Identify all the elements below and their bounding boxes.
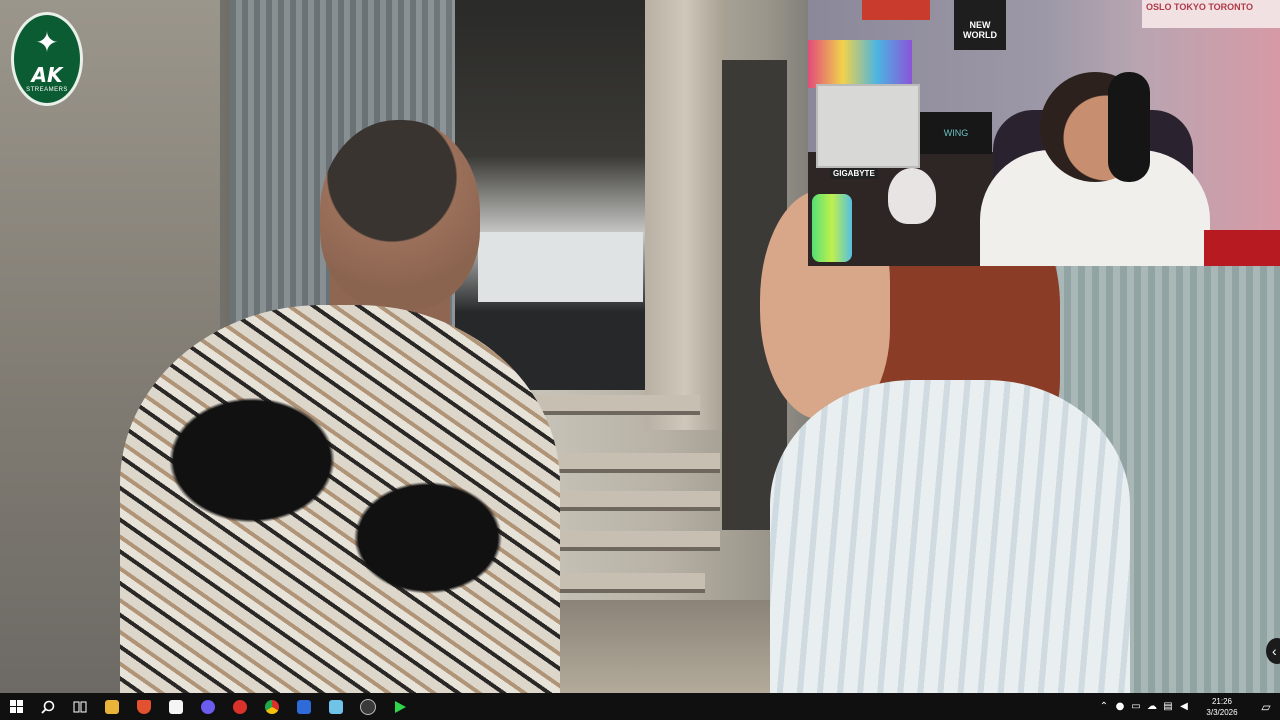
clock-date: 3/3/2026 — [1206, 707, 1238, 717]
media-player-icon[interactable] — [384, 693, 416, 720]
rgb-microphone — [812, 194, 852, 262]
chrome-icon[interactable] — [256, 693, 288, 720]
brave-icon[interactable] — [128, 693, 160, 720]
striped-shirt — [770, 380, 1130, 693]
network-icon[interactable]: ▤ — [1160, 693, 1176, 720]
search-icon[interactable] — [32, 693, 64, 720]
messenger-icon[interactable] — [192, 693, 224, 720]
webcam-overlay: NEW WORLD OSLO TOKYO TORONTO WING GIGABY… — [808, 0, 1280, 266]
microphone-icon[interactable]: ● — [1112, 693, 1128, 720]
obs-icon[interactable] — [352, 693, 384, 720]
phoenix-icon: ✦ — [35, 27, 59, 58]
poster-new-world: NEW WORLD — [954, 0, 1006, 50]
gigabyte-label: GIGABYTE — [830, 168, 878, 179]
logo-subtext: STREAMERS — [26, 87, 68, 93]
graffiti-poster — [808, 40, 912, 88]
cloud-icon[interactable]: ☁ — [1144, 693, 1160, 720]
poster-cities: OSLO TOKYO TORONTO — [1142, 0, 1280, 28]
speaker-box: WING — [920, 112, 992, 154]
man-head — [320, 120, 480, 310]
headset — [1108, 72, 1150, 182]
taskbar: ⌃ ● ▭ ☁ ▤ ◀ 21:26 3/3/2026 ▱ — [0, 693, 1280, 720]
skull-figurine — [888, 168, 936, 224]
poster-art — [862, 0, 930, 20]
pc-case — [816, 84, 920, 168]
red-pillow — [1204, 230, 1280, 266]
chevron-up-icon[interactable]: ⌃ — [1096, 693, 1112, 720]
file-explorer-icon[interactable] — [96, 693, 128, 720]
concrete-pillar — [645, 0, 725, 430]
clock[interactable]: 21:26 3/3/2026 — [1192, 696, 1252, 718]
opera-icon[interactable] — [224, 693, 256, 720]
notepad-icon[interactable] — [320, 693, 352, 720]
task-view-icon[interactable] — [64, 693, 96, 720]
channel-logo: ✦ AK STREAMERS — [11, 12, 83, 106]
logo-text: AK — [31, 63, 63, 87]
app-blue-icon[interactable] — [288, 693, 320, 720]
man-figure — [120, 120, 560, 693]
stair-step — [545, 573, 705, 593]
notification-icon[interactable]: ▱ — [1252, 693, 1280, 720]
patterned-shirt — [120, 305, 560, 693]
stair-step — [540, 531, 720, 551]
volume-icon[interactable]: ◀ — [1176, 693, 1192, 720]
clock-time: 21:26 — [1211, 696, 1233, 706]
calendar-app-icon[interactable] — [160, 693, 192, 720]
windows-start-icon[interactable] — [0, 693, 32, 720]
system-tray: ⌃ ● ▭ ☁ ▤ ◀ 21:26 3/3/2026 ▱ — [1096, 693, 1280, 720]
display-icon[interactable]: ▭ — [1128, 693, 1144, 720]
